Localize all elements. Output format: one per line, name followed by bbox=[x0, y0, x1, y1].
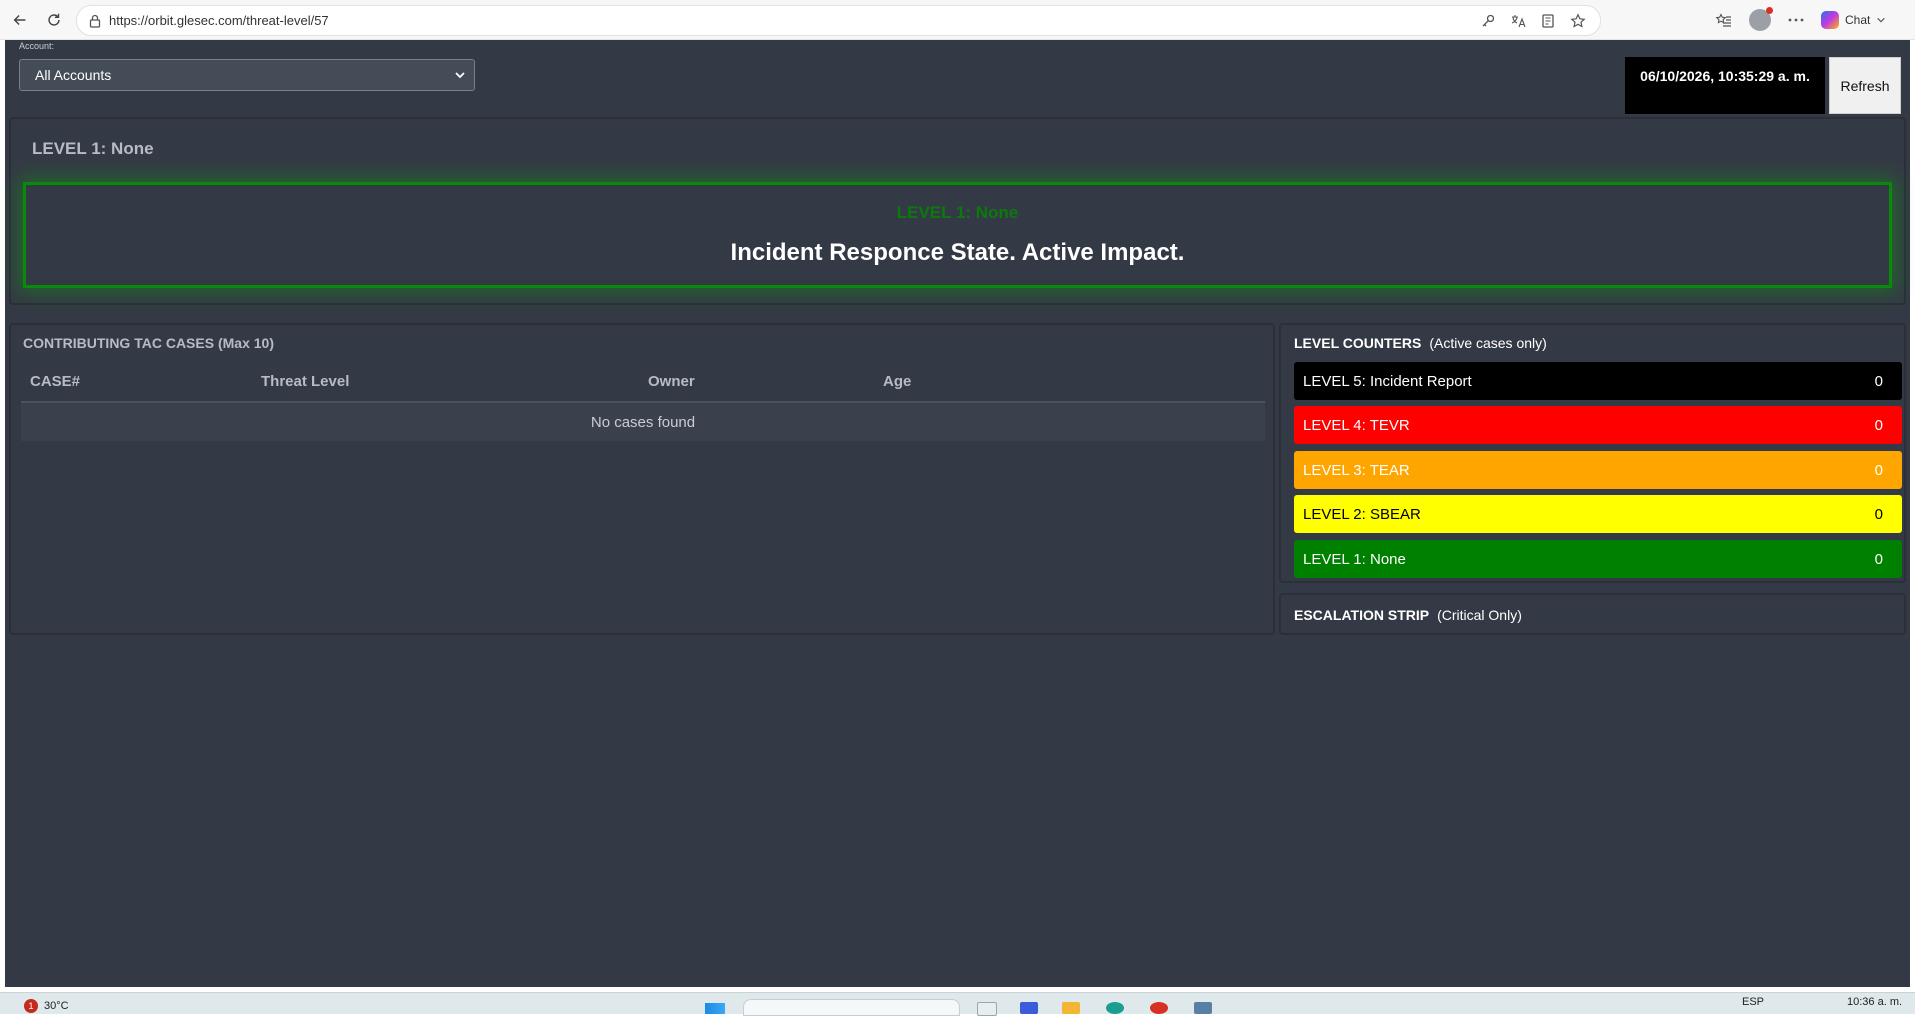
chevron-down-icon bbox=[1877, 17, 1886, 22]
level-counters-subtitle: (Active cases only) bbox=[1429, 335, 1547, 351]
calculator-icon[interactable] bbox=[1194, 1002, 1212, 1014]
counter-value: 0 bbox=[1874, 505, 1883, 523]
translate-icon[interactable] bbox=[1510, 13, 1526, 29]
counter-label: LEVEL 3: TEAR bbox=[1303, 461, 1410, 479]
more-options-icon[interactable] bbox=[1787, 11, 1805, 29]
counter-value: 0 bbox=[1874, 550, 1883, 568]
account-label: Account: bbox=[19, 41, 55, 51]
level-counters-heading: LEVEL COUNTERS (Active cases only) bbox=[1294, 335, 1547, 351]
counter-label: LEVEL 2: SBEAR bbox=[1303, 505, 1421, 523]
escalation-strip-panel: ESCALATION STRIP (Critical Only) bbox=[1279, 593, 1906, 635]
notification-dot bbox=[1766, 6, 1773, 14]
cases-table: CASE# Threat Level Owner Age No cases fo… bbox=[21, 360, 1265, 441]
task-view-icon[interactable] bbox=[977, 1002, 997, 1016]
weather-widget[interactable]: 1 30°C bbox=[24, 999, 69, 1013]
chrome-browser-icon[interactable] bbox=[1150, 1002, 1168, 1014]
account-select[interactable]: All Accounts bbox=[19, 59, 475, 91]
column-header-threat-level[interactable]: Threat Level bbox=[261, 373, 349, 390]
level-status-box: LEVEL 1: None Incident Responce State. A… bbox=[23, 182, 1892, 288]
counter-label: LEVEL 1: None bbox=[1303, 550, 1406, 568]
address-bar[interactable]: https://orbit.glesec.com/threat-level/57 bbox=[76, 5, 1601, 36]
start-windows-icon[interactable] bbox=[705, 1003, 725, 1014]
counter-label: LEVEL 4: TEVR bbox=[1303, 416, 1410, 434]
level-counters-panel: LEVEL COUNTERS (Active cases only) LEVEL … bbox=[1279, 323, 1906, 583]
taskbar-search-box[interactable] bbox=[743, 999, 960, 1016]
counter-value: 0 bbox=[1874, 372, 1883, 390]
profile-avatar[interactable] bbox=[1749, 6, 1773, 31]
copilot-icon bbox=[1821, 10, 1839, 29]
level-status-label: LEVEL 1: None bbox=[896, 203, 1019, 222]
column-header-age[interactable]: Age bbox=[883, 373, 911, 390]
language-indicator[interactable]: ESP bbox=[1742, 996, 1764, 1008]
escalation-strip-heading: ESCALATION STRIP (Critical Only) bbox=[1294, 607, 1522, 623]
back-button[interactable] bbox=[6, 6, 34, 34]
system-tray: ESP bbox=[1742, 996, 1764, 1008]
column-header-case[interactable]: CASE# bbox=[30, 373, 80, 390]
reload-button[interactable] bbox=[40, 6, 68, 34]
key-icon[interactable] bbox=[1480, 13, 1496, 29]
favorites-list-icon[interactable] bbox=[1715, 11, 1733, 29]
counter-value: 0 bbox=[1874, 461, 1883, 479]
counter-row-level-5[interactable]: LEVEL 5: Incident Report 0 bbox=[1294, 362, 1902, 400]
windows-taskbar: 1 30°C ESP 10:36 a. m. bbox=[0, 992, 1915, 1016]
favorite-star-icon[interactable] bbox=[1570, 12, 1586, 29]
reload-icon bbox=[48, 13, 60, 26]
current-level-title: LEVEL 1: None bbox=[32, 139, 154, 158]
cases-table-header: CASE# Threat Level Owner Age bbox=[21, 360, 1265, 403]
back-arrow-icon bbox=[13, 14, 26, 25]
url-text: https://orbit.glesec.com/threat-level/57 bbox=[109, 13, 329, 28]
edge-browser-icon[interactable] bbox=[1106, 1002, 1124, 1014]
column-header-owner[interactable]: Owner bbox=[648, 373, 695, 390]
no-cases-message: No cases found bbox=[21, 403, 1265, 441]
file-explorer-icon[interactable] bbox=[1062, 1002, 1080, 1014]
counter-value: 0 bbox=[1874, 416, 1883, 434]
cases-title: CONTRIBUTING TAC CASES (Max 10) bbox=[23, 335, 274, 351]
app-icon-1[interactable] bbox=[1020, 1002, 1038, 1014]
level-state-text: Incident Responce State. Active Impact. bbox=[730, 239, 1185, 266]
counter-label: LEVEL 5: Incident Report bbox=[1303, 372, 1472, 390]
counter-row-level-4[interactable]: LEVEL 4: TEVR 0 bbox=[1294, 406, 1902, 444]
site-info-icon[interactable] bbox=[87, 13, 103, 29]
chevron-down-icon bbox=[455, 72, 465, 79]
temperature-text: 30°C bbox=[44, 1000, 69, 1012]
level-counters-title: LEVEL COUNTERS bbox=[1294, 335, 1422, 351]
notification-badge: 1 bbox=[24, 999, 38, 1013]
account-selected-value: All Accounts bbox=[35, 67, 112, 83]
current-datetime: 06/10/2026, 10:35:29 a. m. bbox=[1625, 57, 1825, 114]
escalation-strip-title: ESCALATION STRIP bbox=[1294, 607, 1430, 623]
counter-row-level-3[interactable]: LEVEL 3: TEAR 0 bbox=[1294, 451, 1902, 489]
chat-label: Chat bbox=[1845, 12, 1871, 27]
escalation-strip-subtitle: (Critical Only) bbox=[1437, 607, 1522, 623]
copilot-chat-button[interactable]: Chat bbox=[1821, 10, 1886, 29]
counter-row-level-2[interactable]: LEVEL 2: SBEAR 0 bbox=[1294, 495, 1902, 533]
contributing-cases-panel: CONTRIBUTING TAC CASES (Max 10) CASE# Th… bbox=[9, 323, 1275, 635]
taskbar-clock[interactable]: 10:36 a. m. bbox=[1847, 996, 1902, 1008]
counter-row-level-1[interactable]: LEVEL 1: None 0 bbox=[1294, 540, 1902, 578]
browser-toolbar: https://orbit.glesec.com/threat-level/57… bbox=[0, 0, 1915, 40]
reading-view-icon[interactable] bbox=[1540, 13, 1556, 29]
current-level-panel: LEVEL 1: None LEVEL 1: None Incident Res… bbox=[9, 117, 1906, 305]
refresh-button[interactable]: Refresh bbox=[1829, 57, 1901, 114]
